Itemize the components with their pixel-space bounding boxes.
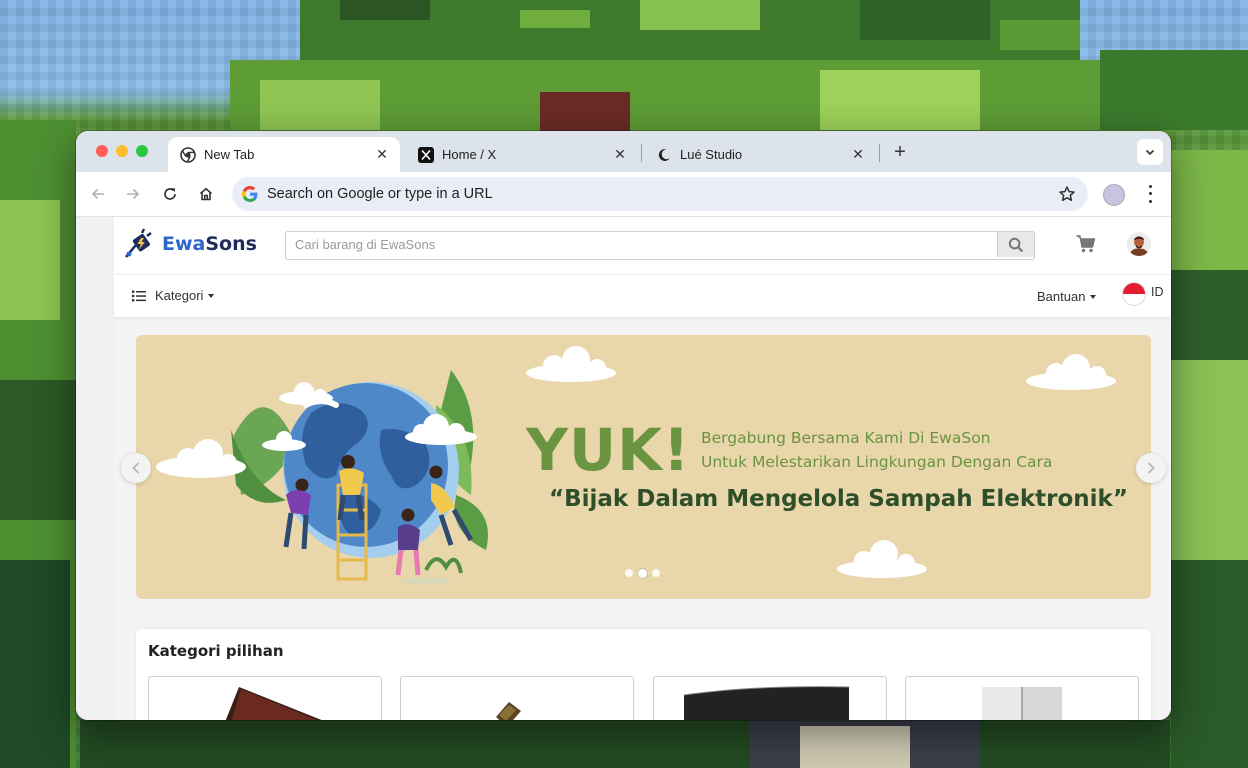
cart-icon[interactable]: [1076, 235, 1096, 258]
category-item[interactable]: [905, 676, 1139, 720]
browser-window: New Tab ✕ Home / X ✕ Lué Studio ✕ + Sear…: [76, 131, 1171, 720]
tab-home-x[interactable]: Home / X ✕: [406, 137, 638, 172]
close-tab-icon[interactable]: ✕: [374, 146, 390, 163]
categories-title: Kategori pilihan: [148, 642, 284, 660]
kategori-dropdown[interactable]: Kategori: [132, 288, 215, 303]
more-menu-icon[interactable]: [1144, 183, 1156, 205]
reload-icon[interactable]: [160, 184, 180, 204]
bantuan-dropdown[interactable]: Bantuan: [1037, 289, 1097, 304]
circuit-board-image: [496, 702, 521, 720]
site-subnav: Kategori Bantuan ID: [114, 275, 1171, 317]
carousel-dot-1[interactable]: [625, 569, 633, 577]
page-gutter: [76, 217, 114, 720]
site-header: EwaSons: [114, 217, 1171, 275]
close-window-button[interactable]: [96, 145, 108, 157]
address-bar[interactable]: Search on Google or type in a URL: [232, 177, 1088, 211]
banner-quote: “Bijak Dalam Mengelola Sampah Elektronik…: [549, 486, 1128, 512]
site-search: [285, 231, 1035, 260]
forward-arrow-icon[interactable]: [123, 184, 143, 204]
ewasons-logo[interactable]: EwaSons: [122, 227, 257, 261]
refrigerator-image: [982, 687, 1062, 720]
address-placeholder: Search on Google or type in a URL: [267, 186, 493, 202]
tab-search-chevron-icon[interactable]: [1137, 139, 1163, 165]
close-tab-icon[interactable]: ✕: [612, 146, 628, 163]
new-tab-plus-icon[interactable]: +: [888, 141, 912, 164]
tab-strip: New Tab ✕ Home / X ✕ Lué Studio ✕ +: [76, 131, 1171, 172]
browser-toolbar: Search on Google or type in a URL: [76, 172, 1171, 217]
moon-icon: [656, 147, 672, 163]
page-content: EwaSons Kategor: [76, 217, 1171, 720]
category-item[interactable]: [400, 676, 634, 720]
bantuan-label: Bantuan: [1037, 289, 1086, 304]
tab-separator: [641, 144, 642, 162]
brand-name: EwaSons: [162, 233, 257, 255]
close-tab-icon[interactable]: ✕: [850, 146, 866, 163]
promo-banner[interactable]: YUK! Bergabung Bersama Kami Di EwaSon Un…: [136, 335, 1151, 599]
tab-title: Lué Studio: [680, 147, 743, 162]
laptop-image: [225, 687, 322, 720]
monitor-image: [683, 686, 850, 720]
tab-title: New Tab: [204, 147, 255, 162]
carousel-dot-3[interactable]: [652, 569, 660, 577]
indonesia-flag-icon[interactable]: [1122, 282, 1146, 306]
language-code[interactable]: ID: [1151, 285, 1164, 299]
kategori-label: Kategori: [155, 288, 204, 303]
banner-headline: YUK!: [526, 416, 691, 484]
plug-logo-icon: [125, 228, 152, 258]
window-controls: [96, 145, 148, 157]
list-icon: [132, 290, 146, 301]
profile-avatar[interactable]: [1103, 184, 1125, 206]
x-logo-icon: [418, 146, 434, 163]
banner-text-line-2: Untuk Melestarikan Lingkungan Dengan Car…: [701, 453, 1053, 471]
carousel-dot-2[interactable]: [638, 568, 647, 578]
bookmark-star-icon[interactable]: [1058, 185, 1076, 208]
search-input[interactable]: [286, 232, 995, 257]
chrome-icon: [180, 146, 196, 163]
back-arrow-icon[interactable]: [88, 184, 108, 204]
tab-title: Home / X: [442, 147, 497, 162]
banner-text-line-1: Bergabung Bersama Kami Di EwaSon: [701, 429, 991, 447]
google-g-icon: [242, 186, 258, 202]
minimize-window-button[interactable]: [116, 145, 128, 157]
tab-separator: [879, 144, 880, 162]
zoom-window-button[interactable]: [136, 145, 148, 157]
caret-down-icon: [208, 293, 215, 298]
categories-section: Kategori pilihan: [136, 629, 1151, 720]
home-icon[interactable]: [196, 184, 216, 204]
tab-lue-studio[interactable]: Lué Studio ✕: [644, 137, 876, 172]
caret-down-icon: [1090, 294, 1097, 299]
carousel-next-arrow-icon[interactable]: [1136, 453, 1166, 483]
carousel-indicators: [625, 568, 660, 578]
user-avatar[interactable]: [1127, 232, 1151, 256]
tab-new-tab[interactable]: New Tab ✕: [168, 137, 400, 172]
carousel-prev-arrow-icon[interactable]: [121, 453, 151, 483]
category-item[interactable]: [148, 676, 382, 720]
category-item[interactable]: [653, 676, 887, 720]
search-icon[interactable]: [997, 232, 1034, 257]
